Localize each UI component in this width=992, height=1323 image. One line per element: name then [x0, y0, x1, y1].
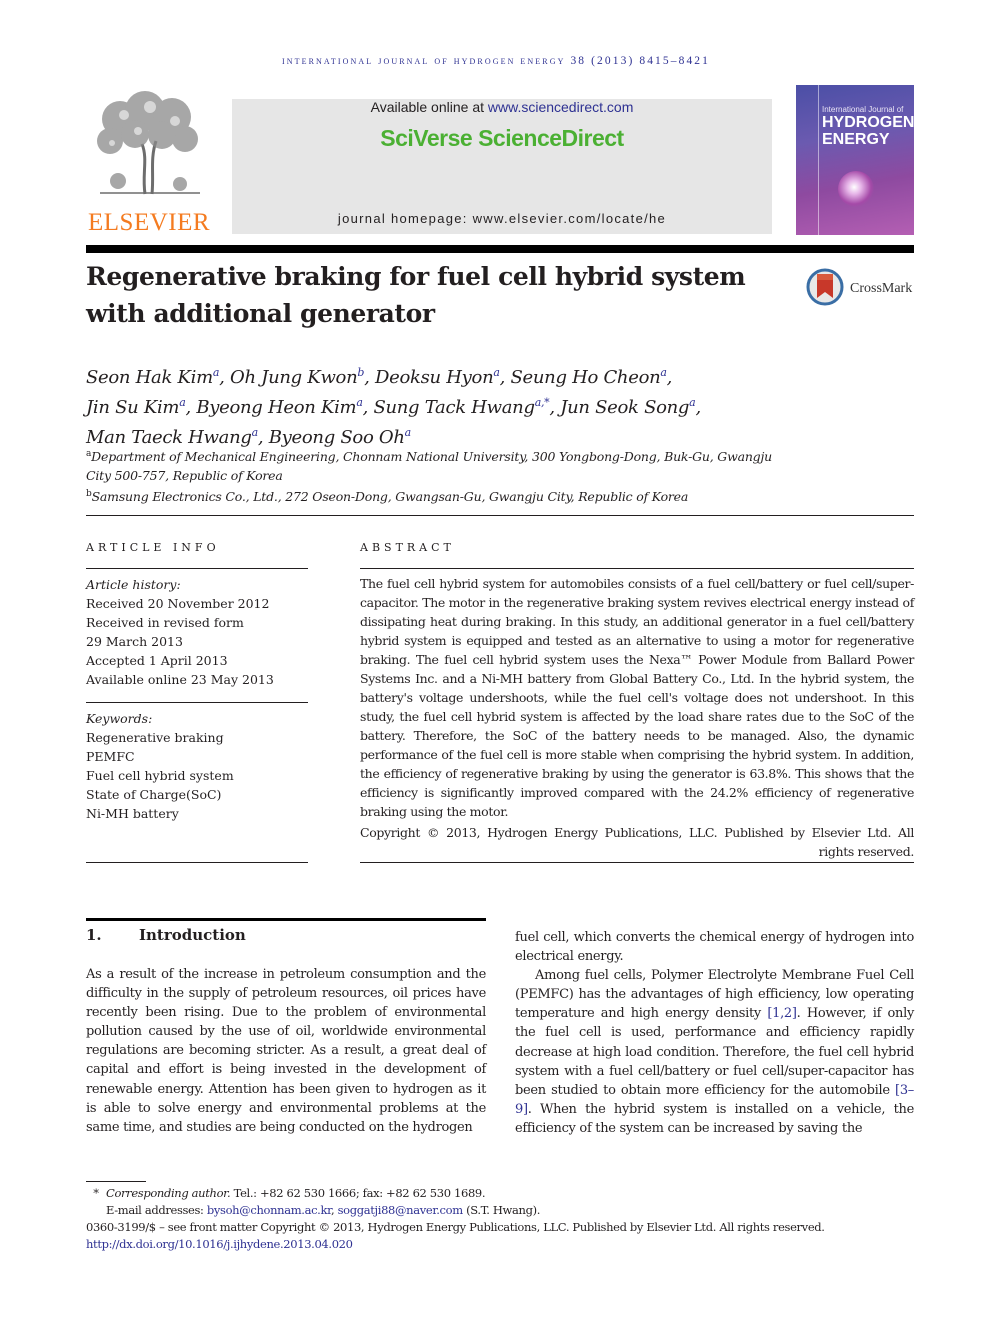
corresponding-author-note: * Corresponding author. Tel.: +82 62 530 …: [86, 1185, 916, 1202]
separator: ,: [331, 1203, 338, 1217]
affiliation-marker[interactable]: a: [252, 426, 259, 439]
corresponding-label: Corresponding author.: [106, 1186, 231, 1200]
affiliation-marker[interactable]: a,*: [535, 396, 550, 409]
keyword-item: PEMFC: [86, 749, 135, 764]
article-title: Regenerative braking for fuel cell hybri…: [86, 262, 746, 328]
email-link[interactable]: soggatji88@naver.com: [338, 1203, 463, 1217]
available-online: Available online at www.sciencedirect.co…: [232, 99, 772, 115]
author-name: Seon Hak Kim: [86, 367, 213, 388]
affiliation: aDepartment of Mechanical Engineering, C…: [86, 445, 786, 485]
affiliation-marker[interactable]: a: [179, 396, 186, 409]
contact-numbers: Tel.: +82 62 530 1666; fax: +82 62 530 1…: [230, 1186, 486, 1200]
affiliation-marker[interactable]: a: [493, 366, 500, 379]
crossmark-button[interactable]: CrossMark: [806, 268, 926, 312]
keyword-item: Regenerative braking: [86, 730, 224, 745]
article-history: Article history: Received 20 November 20…: [86, 575, 316, 689]
author-name: Deoksu Hyon: [374, 367, 494, 388]
sciverse-brand: SciVerse ScienceDirect: [380, 125, 624, 151]
affiliation-marker[interactable]: a: [213, 366, 220, 379]
article-history-label: Article history:: [86, 577, 181, 592]
author-name: Jin Su Kim: [86, 397, 180, 418]
affiliation-marker[interactable]: a: [356, 396, 363, 409]
citation-link[interactable]: [1,2]: [767, 1006, 797, 1021]
author-list: Seon Hak Kima, Oh Jung Kwonb, Deoksu Hyo…: [86, 366, 701, 448]
crossmark-icon: [806, 268, 844, 306]
divider: [86, 568, 308, 569]
section-title: Introduction: [139, 926, 246, 944]
footnotes: * Corresponding author. Tel.: +82 62 530 …: [86, 1185, 916, 1253]
keyword-item: Ni-MH battery: [86, 806, 179, 821]
affiliation-marker[interactable]: a: [660, 366, 667, 379]
available-label: Available online at: [370, 99, 488, 115]
affiliation-text: Samsung Electronics Co., Ltd., 272 Oseon…: [91, 489, 689, 505]
paragraph: Among fuel cells, Polymer Electrolyte Me…: [515, 966, 914, 1138]
keywords-label: Keywords:: [86, 711, 153, 726]
keywords: Keywords: Regenerative braking PEMFC Fue…: [86, 709, 316, 823]
paragraph: As a result of the increase in petroleum…: [86, 967, 486, 1135]
sciencedirect-link[interactable]: www.sciencedirect.com: [488, 99, 634, 115]
body-column-left: As a result of the increase in petroleum…: [86, 965, 486, 1137]
abstract-heading: ABSTRACT: [360, 541, 455, 554]
history-item: Received 20 November 2012: [86, 596, 270, 611]
elsevier-wordmark: ELSEVIER: [88, 209, 211, 236]
section-heading-introduction: 1. Introduction: [86, 926, 246, 944]
issn-line: 0360-3199/$ – see front matter Copyright…: [86, 1220, 825, 1234]
history-item: Available online 23 May 2013: [86, 672, 274, 687]
email-note: E-mail addresses: bysoh@chonnam.ac.kr, s…: [86, 1202, 916, 1219]
masthead-rule: [86, 245, 914, 253]
affiliation: bSamsung Electronics Co., Ltd., 272 Oseo…: [86, 485, 786, 506]
masthead: ELSEVIER Available online at www.science…: [86, 85, 914, 236]
history-item: Accepted 1 April 2013: [86, 653, 228, 668]
affiliation-marker[interactable]: a: [405, 426, 412, 439]
history-item: Received in revised form: [86, 615, 244, 630]
crossmark-label: CrossMark: [850, 281, 913, 296]
cover-title-line2: HYDROGEN: [822, 114, 914, 131]
footnote-marker: *: [93, 1186, 99, 1200]
divider: [360, 862, 914, 863]
body-column-right: fuel cell, which converts the chemical e…: [515, 928, 914, 1138]
abstract-text: The fuel cell hybrid system for automobi…: [360, 576, 914, 819]
divider: [86, 702, 308, 703]
journal-homepage[interactable]: journal homepage: www.elsevier.com/locat…: [232, 211, 772, 226]
email-label: E-mail addresses:: [106, 1203, 207, 1217]
cover-orb-graphic: [838, 171, 874, 207]
cover-divider: [818, 85, 819, 235]
running-header: International Journal of Hydrogen Energy…: [281, 55, 711, 67]
author-name: Byeong Heon Kim: [196, 397, 357, 418]
cover-title-line1: International Journal of: [822, 105, 904, 114]
journal-cover-image: International Journal of HYDROGEN ENERGY: [796, 85, 914, 235]
keyword-item: Fuel cell hybrid system: [86, 768, 234, 783]
author-name: Jun Seok Song: [560, 397, 690, 418]
divider: [86, 515, 914, 516]
doi-link[interactable]: http://dx.doi.org/10.1016/j.ijhydene.201…: [86, 1237, 353, 1251]
sciencedirect-banner: Available online at www.sciencedirect.co…: [232, 99, 772, 234]
section-number: 1.: [86, 926, 102, 944]
keyword-item: State of Charge(SoC): [86, 787, 222, 802]
article-info-heading: ARTICLE INFO: [86, 541, 220, 554]
email-owner: (S.T. Hwang).: [462, 1203, 541, 1217]
affiliation-marker[interactable]: a: [689, 396, 696, 409]
section-rule: [86, 918, 486, 921]
cover-title-main: HYDROGEN ENERGY: [822, 114, 914, 148]
author-name: Sung Tack Hwang: [373, 397, 535, 418]
elsevier-logo: ELSEVIER: [86, 85, 214, 236]
footnote-rule: [86, 1181, 146, 1182]
affiliation-list: aDepartment of Mechanical Engineering, C…: [86, 445, 786, 506]
author-name: Seung Ho Cheon: [510, 367, 661, 388]
cover-title-line3: ENERGY: [822, 131, 890, 148]
paragraph: fuel cell, which converts the chemical e…: [515, 930, 914, 965]
paragraph-text: . When the hybrid system is installed on…: [515, 1101, 914, 1136]
affiliation-text: Department of Mechanical Engineering, Ch…: [86, 449, 773, 484]
email-link[interactable]: bysoh@chonnam.ac.kr: [207, 1203, 331, 1217]
elsevier-tree-icon: [97, 91, 200, 195]
abstract-copyright: Copyright © 2013, Hydrogen Energy Public…: [360, 825, 914, 859]
divider: [86, 862, 308, 863]
divider: [360, 568, 914, 569]
affiliation-marker[interactable]: b: [357, 366, 364, 379]
history-item: 29 March 2013: [86, 634, 183, 649]
author-name: Oh Jung Kwon: [229, 367, 358, 388]
